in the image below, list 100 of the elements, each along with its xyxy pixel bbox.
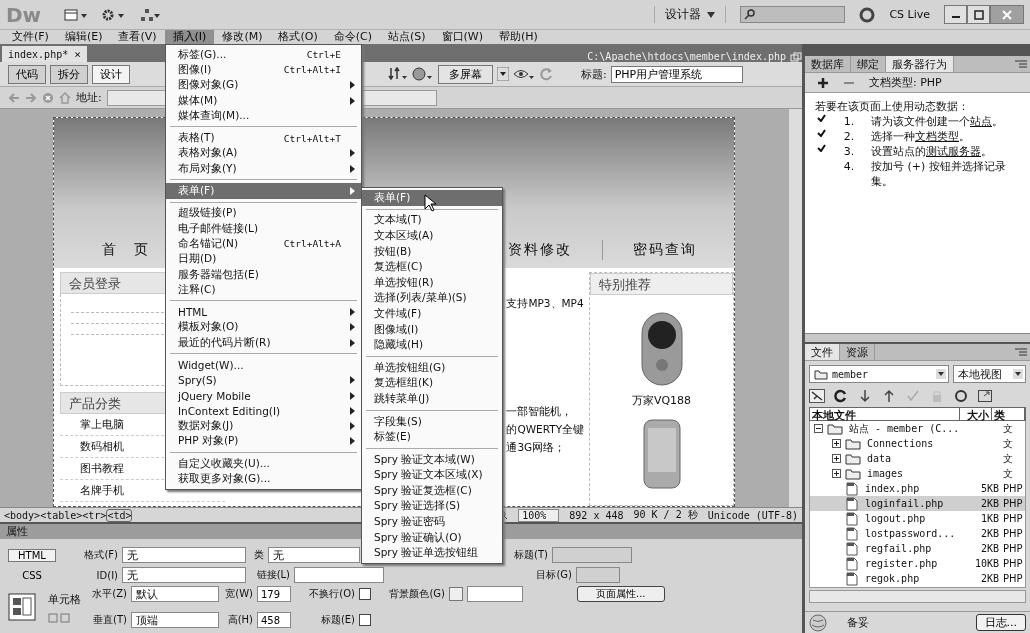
file-row[interactable]: Connections 文 [810,436,1025,451]
file-row[interactable]: regok.php 2KB PHP [810,571,1025,586]
menu-item[interactable]: 选择(列表/菜单)(S) [362,290,502,307]
menu-item[interactable]: 媒体(M) [166,92,361,109]
view-button[interactable]: 设计 [92,64,130,84]
nav-link[interactable]: 资料修改 [508,241,572,259]
menu-item[interactable]: 日期(D) [166,251,361,267]
title-field[interactable]: PHP用户管理系统 [610,65,743,83]
expand-icon[interactable] [832,439,841,448]
menu-bar-item[interactable]: 站点(S) [380,30,434,44]
file-row[interactable]: data 文 [810,451,1025,466]
file-row[interactable]: 站点 - member (C... 文 [810,421,1025,436]
column-header[interactable]: 类 [992,408,1025,420]
menu-item[interactable]: Spry 验证单选按钮组 [362,545,502,562]
merge-cells-icon[interactable] [48,612,70,623]
log-button[interactable]: 日志... [975,614,1026,631]
menu-item[interactable]: 图像对象(G) [166,77,361,93]
expand-icon[interactable] [832,454,841,463]
file-row[interactable]: images 文 [810,466,1025,481]
text-field[interactable]: 458 [257,612,291,628]
file-row[interactable]: regfail.php 2KB PHP [810,541,1025,556]
menu-item[interactable]: Spry 验证复选框(C) [362,483,502,499]
menu-item[interactable]: 按钮(B) [362,243,502,260]
menu-bar-item[interactable]: 命令(C) [325,30,380,44]
scrollbar[interactable] [788,109,802,507]
menu-item[interactable]: 命名锚记(N) Ctrl+Alt+A [166,236,361,252]
page-properties-button[interactable]: 页面属性... [577,586,665,602]
column-header[interactable]: 大小 [960,408,992,420]
menu-bar-item[interactable]: 编辑(E) [56,30,111,44]
eye-icon[interactable] [513,67,535,81]
view-button[interactable]: 代码 [8,64,46,84]
menu-item[interactable]: 跳转菜单(J) [362,391,502,407]
window-size[interactable]: 892 x 448 [569,509,624,521]
class-select[interactable]: 无 [268,547,360,563]
menu-item[interactable]: 单选按钮组(G) [362,359,502,376]
file-row[interactable]: loginfail.php 2KB PHP [810,496,1025,511]
menu-item[interactable]: 标签(E) [362,429,502,445]
menu-item[interactable]: 文本域(T) [362,212,502,229]
text-field[interactable] [467,586,523,602]
menu-item[interactable]: 图像域(I) [362,321,502,338]
menu-item[interactable]: 复选框组(K) [362,375,502,392]
mode-button[interactable]: CSS [8,568,56,582]
maximize-button[interactable] [967,5,990,24]
nav-link[interactable]: 密码查询 [633,241,697,259]
menu-bar-item[interactable]: 插入(I) [164,30,215,44]
plus-icon[interactable] [817,76,829,89]
collapse-icon[interactable] [814,424,823,433]
menu-item[interactable]: 超级链接(P) [166,205,361,221]
scrollbar[interactable] [809,590,1026,603]
dropdown-icon[interactable] [497,67,509,81]
step-link[interactable]: 站点 [970,115,992,128]
file-row[interactable]: lostpassword... 2KB PHP [810,526,1025,541]
close-button[interactable] [990,5,1024,24]
restore-icon[interactable] [790,52,802,62]
tag-selector[interactable]: <table> [40,509,83,521]
vertical-select[interactable]: 顶端 [131,612,219,628]
mode-button[interactable]: HTML [8,548,56,562]
menu-item[interactable]: 复选框(C) [362,259,502,275]
file-row[interactable]: register.php 10KB PHP [810,556,1025,571]
refresh-icon[interactable] [833,389,849,403]
file-row[interactable]: logout.php 1KB PHP [810,511,1025,526]
expand-icon[interactable] [832,469,841,478]
menu-item[interactable]: 表单(F) [362,190,502,206]
menu-item[interactable]: Widget(W)... [166,357,361,373]
menu-item[interactable]: 表格(T) Ctrl+Alt+T [166,130,361,146]
menu-item[interactable]: 表单(F) [166,183,361,199]
menu-bar-item[interactable]: 文件(F) [4,30,57,44]
panel-tab[interactable]: 服务器行为 [886,56,954,72]
menu-bar-item[interactable]: 帮助(H) [491,30,546,44]
menu-item[interactable]: Spry 验证文本区域(X) [362,467,502,484]
tab-close-button[interactable]: × [74,47,81,61]
horizontal-select[interactable]: 默认 [131,586,219,602]
text-field[interactable] [294,567,384,583]
menu-item[interactable]: 布局对象(Y) [166,161,361,177]
step-link[interactable]: 测试服务器 [926,145,981,158]
gear-icon[interactable] [102,8,126,21]
tag-selector[interactable]: <body> [4,509,41,521]
column-header[interactable]: 本地文件 [810,408,960,420]
format-select[interactable]: 无 [122,547,246,563]
id-select[interactable]: 无 [122,567,246,583]
menu-item[interactable]: 隐藏域(H) [362,337,502,353]
menu-bar-item[interactable]: 窗口(W) [433,30,492,44]
menu-item[interactable]: 单选按钮(R) [362,274,502,291]
menu-item[interactable]: 表格对象(A) [166,145,361,162]
menu-item[interactable]: 标签(G)... Ctrl+E [166,47,361,63]
site-select[interactable]: member [809,365,949,383]
tag-selector[interactable]: <tr> [82,509,107,521]
zoom-field[interactable]: 100% [518,508,560,522]
file-transfer-icon[interactable] [388,67,408,81]
text-field[interactable]: 179 [257,586,291,602]
down-arrow-icon[interactable] [857,389,873,403]
checkbox[interactable] [359,588,371,600]
workspace-switcher[interactable]: 设计器 [654,6,727,23]
expand-icon[interactable] [977,389,993,403]
menu-item[interactable]: Spry 验证选择(S) [362,498,502,515]
menu-item[interactable]: Spry(S) [166,372,361,388]
panel-tab[interactable]: 文件 [805,344,840,360]
nav-link[interactable]: 首 页 [102,241,150,259]
cs-live-label[interactable]: CS Live [889,8,930,21]
menu-item[interactable]: 电子邮件链接(L) [166,220,361,237]
